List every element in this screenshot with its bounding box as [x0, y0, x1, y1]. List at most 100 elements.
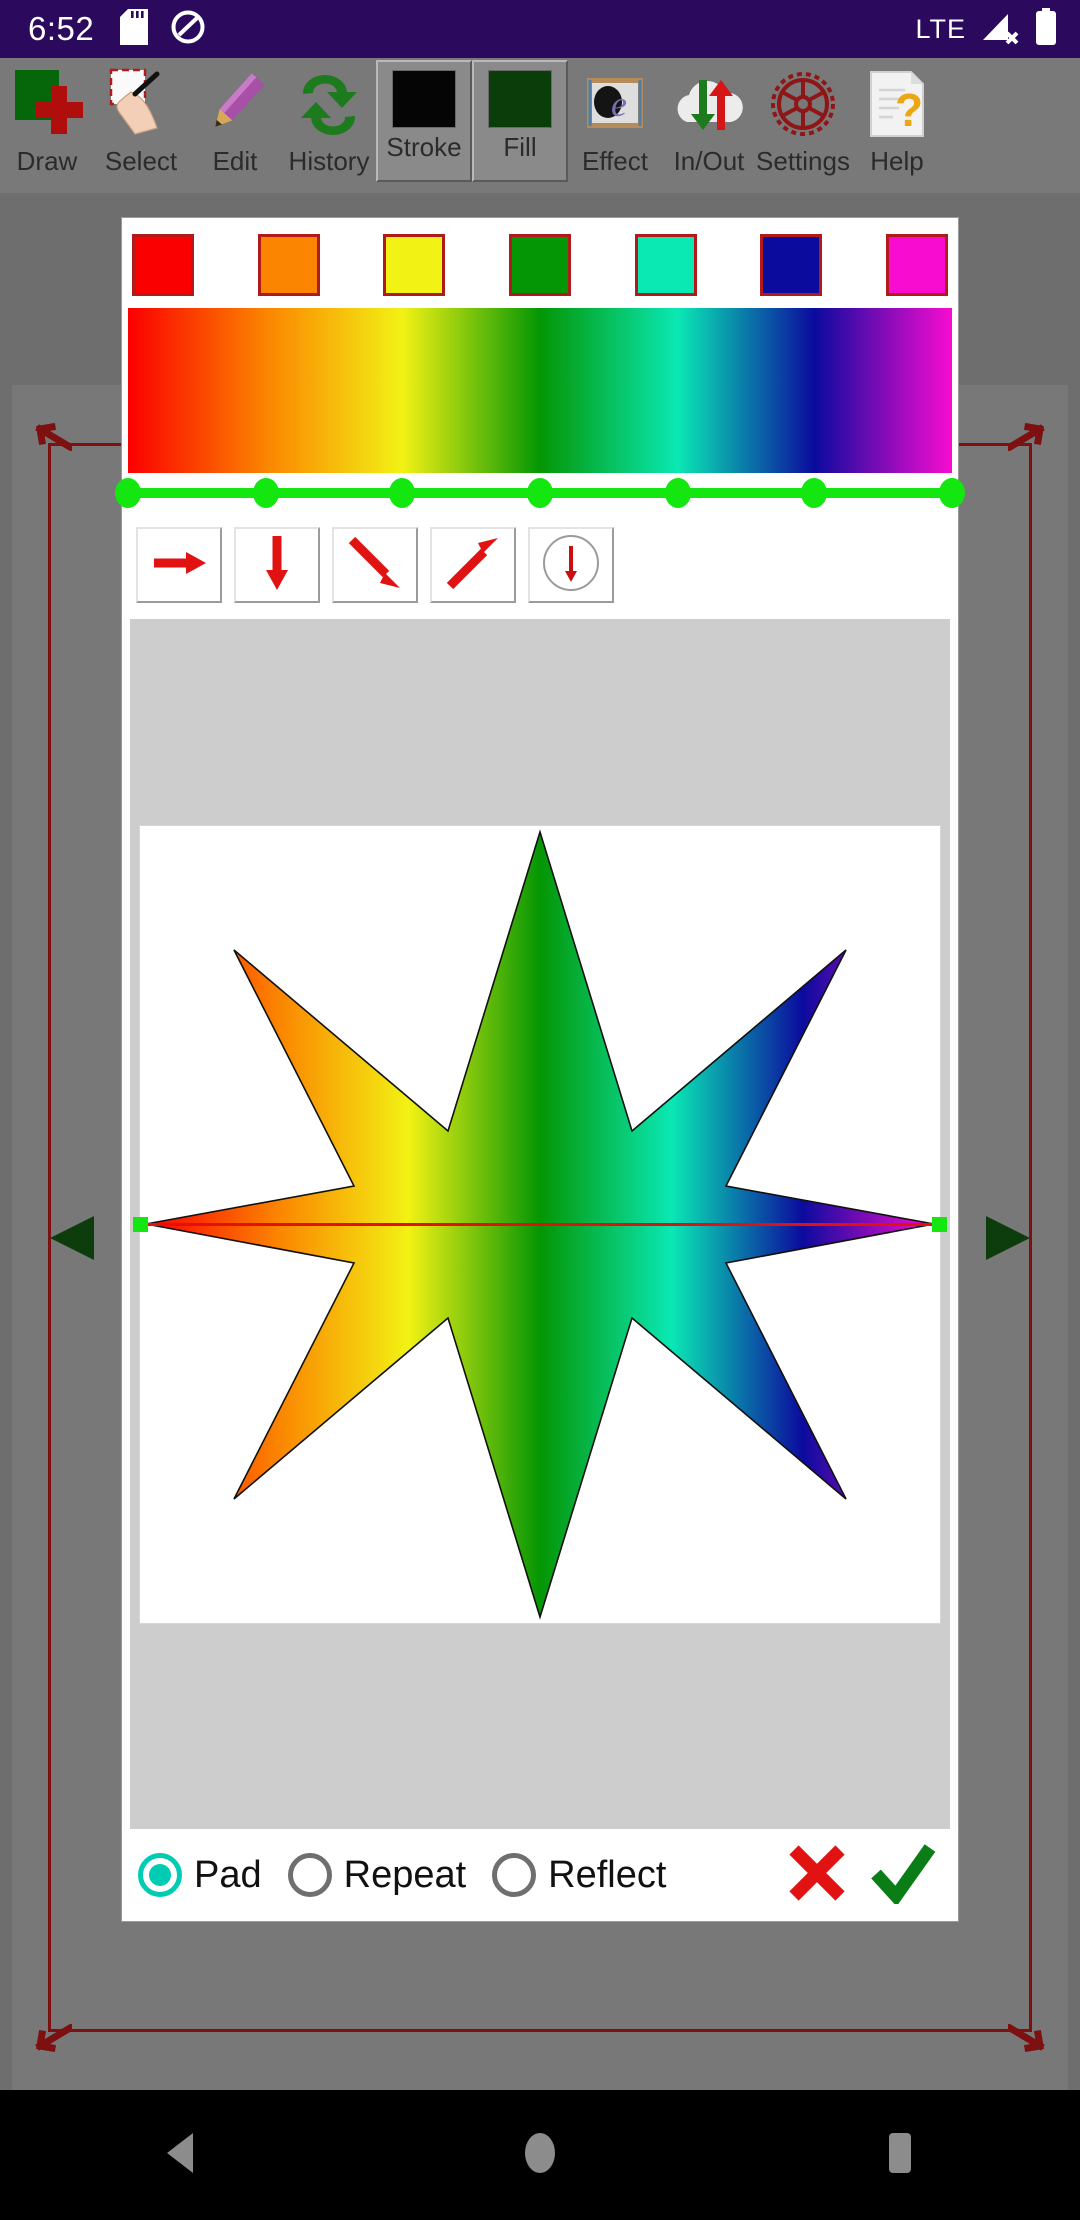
direction-vertical-button[interactable] [234, 527, 320, 603]
status-bar: 6:52 LTE [0, 0, 1080, 58]
gradient-stop-5[interactable] [801, 478, 828, 508]
shape-preview-canvas[interactable] [133, 825, 947, 1623]
toolbar-label-edit: Edit [212, 146, 258, 176]
toolbar-item-history[interactable]: History [282, 58, 376, 193]
gradient-stop-6[interactable] [939, 478, 965, 508]
spread-mode-repeat[interactable]: Repeat [287, 1853, 467, 1897]
battery-icon [1034, 7, 1058, 51]
selection-handle-bottom-left[interactable] [28, 2023, 75, 2054]
import-export-icon [667, 64, 751, 144]
color-swatch-orange[interactable] [257, 234, 320, 296]
toolbar-item-settings[interactable]: Settings [756, 58, 850, 193]
nav-home-button[interactable] [485, 2090, 595, 2220]
toolbar-item-help[interactable]: ? Help [850, 58, 944, 193]
radio-reflect-indicator [492, 1853, 537, 1897]
selection-handle-bottom-right[interactable] [1005, 2023, 1052, 2054]
toolbar-label-stroke: Stroke [386, 132, 462, 162]
toolbar-item-in-out[interactable]: In/Out [662, 58, 756, 193]
color-swatch-navy[interactable] [760, 234, 823, 296]
back-triangle-icon [159, 2130, 201, 2181]
gradient-stop-4[interactable] [664, 478, 691, 508]
spread-mode-bar: Pad Repeat Reflect [122, 1829, 958, 1921]
selection-handle-right[interactable] [986, 1215, 1030, 1260]
dnd-icon [170, 9, 206, 50]
arrow-down-icon [255, 532, 299, 599]
select-hand-icon [99, 64, 183, 144]
toolbar-label-help: Help [870, 146, 924, 176]
gradient-axis-line[interactable] [140, 1223, 940, 1226]
spread-mode-repeat-label: Repeat [343, 1853, 467, 1896]
gradient-axis-start-handle[interactable] [133, 1217, 148, 1232]
pencil-icon [193, 64, 277, 144]
help-document-icon: ? [855, 64, 939, 144]
gradient-preview-bar[interactable] [128, 308, 952, 473]
selection-handle-top-right[interactable] [1005, 421, 1052, 452]
toolbar-item-fill[interactable]: Fill [472, 60, 568, 182]
nav-recents-button[interactable] [845, 2090, 955, 2220]
direction-radial-button[interactable] [528, 527, 614, 603]
arrow-right-icon [148, 541, 210, 590]
android-navigation-bar [0, 2090, 1080, 2220]
toolbar-item-draw[interactable]: Draw [0, 58, 94, 193]
recents-square-icon [881, 2130, 919, 2181]
network-type-label: LTE [915, 13, 966, 44]
toolbar-item-edit[interactable]: Edit [188, 58, 282, 193]
radio-pad-indicator [138, 1853, 182, 1897]
selection-handle-top-left[interactable] [28, 421, 75, 452]
gradient-stop-2[interactable] [389, 478, 416, 508]
status-right-icons: LTE [915, 7, 1058, 51]
toolbar-label-select: Select [104, 146, 178, 176]
effect-3d-icon: e [573, 64, 657, 144]
gradient-stop-1[interactable] [252, 478, 279, 508]
sd-card-icon [120, 8, 149, 50]
toolbar-label-effect: Effect [581, 146, 648, 176]
svg-text:?: ? [895, 84, 923, 136]
direction-diagonal-down-button[interactable] [332, 527, 418, 603]
svg-text:e: e [611, 84, 627, 124]
spread-mode-reflect-label: Reflect [548, 1853, 667, 1896]
stroke-swatch-box [392, 70, 456, 128]
toolbar-label-history: History [288, 146, 370, 176]
color-swatch-red[interactable] [132, 234, 194, 296]
spread-mode-pad-label: Pad [194, 1853, 262, 1896]
stroke-color-swatch [382, 68, 466, 130]
radio-repeat-indicator [287, 1853, 332, 1897]
gear-icon [761, 64, 845, 144]
draw-new-icon [5, 64, 89, 144]
app-toolbar: Draw Select Edit History Stroke Fill e E… [0, 58, 1080, 193]
selection-handle-left[interactable] [50, 1215, 94, 1260]
home-circle-icon [520, 2130, 560, 2181]
signal-no-service-icon [980, 9, 1020, 50]
status-left-icons [120, 8, 206, 50]
arrow-down-right-icon [346, 534, 404, 597]
undo-redo-icon [287, 64, 371, 144]
nav-back-button[interactable] [125, 2090, 235, 2220]
spread-mode-reflect[interactable]: Reflect [492, 1853, 666, 1897]
gradient-stop-3[interactable] [527, 478, 553, 508]
status-clock: 6:52 [28, 10, 95, 47]
dialog-actions [786, 1842, 942, 1909]
arrow-up-right-icon [444, 534, 502, 597]
direction-horizontal-button[interactable] [136, 527, 222, 603]
direction-diagonal-up-button[interactable] [430, 527, 516, 603]
toolbar-item-select[interactable]: Select [94, 58, 188, 193]
color-swatch-row [122, 218, 958, 308]
toolbar-item-stroke[interactable]: Stroke [376, 60, 472, 182]
toolbar-item-effect[interactable]: e Effect [568, 58, 662, 193]
spread-mode-pad[interactable]: Pad [138, 1853, 262, 1897]
gradient-axis-end-handle[interactable] [932, 1217, 947, 1232]
toolbar-label-in-out: In/Out [673, 146, 745, 176]
toolbar-label-fill: Fill [503, 132, 537, 162]
color-swatch-green[interactable] [508, 234, 571, 296]
gradient-editor-dialog: Pad Repeat Reflect [115, 218, 965, 1921]
gradient-stop-0[interactable] [115, 478, 141, 508]
toolbar-label-draw: Draw [16, 146, 78, 176]
color-swatch-magenta[interactable] [885, 234, 948, 296]
confirm-button[interactable] [870, 1842, 936, 1909]
fill-swatch-box [488, 70, 552, 128]
cancel-button[interactable] [786, 1842, 848, 1909]
gradient-stop-strip[interactable] [115, 473, 965, 513]
color-swatch-spring[interactable] [634, 234, 697, 296]
toolbar-label-settings: Settings [756, 146, 850, 176]
color-swatch-yellow[interactable] [383, 234, 446, 296]
